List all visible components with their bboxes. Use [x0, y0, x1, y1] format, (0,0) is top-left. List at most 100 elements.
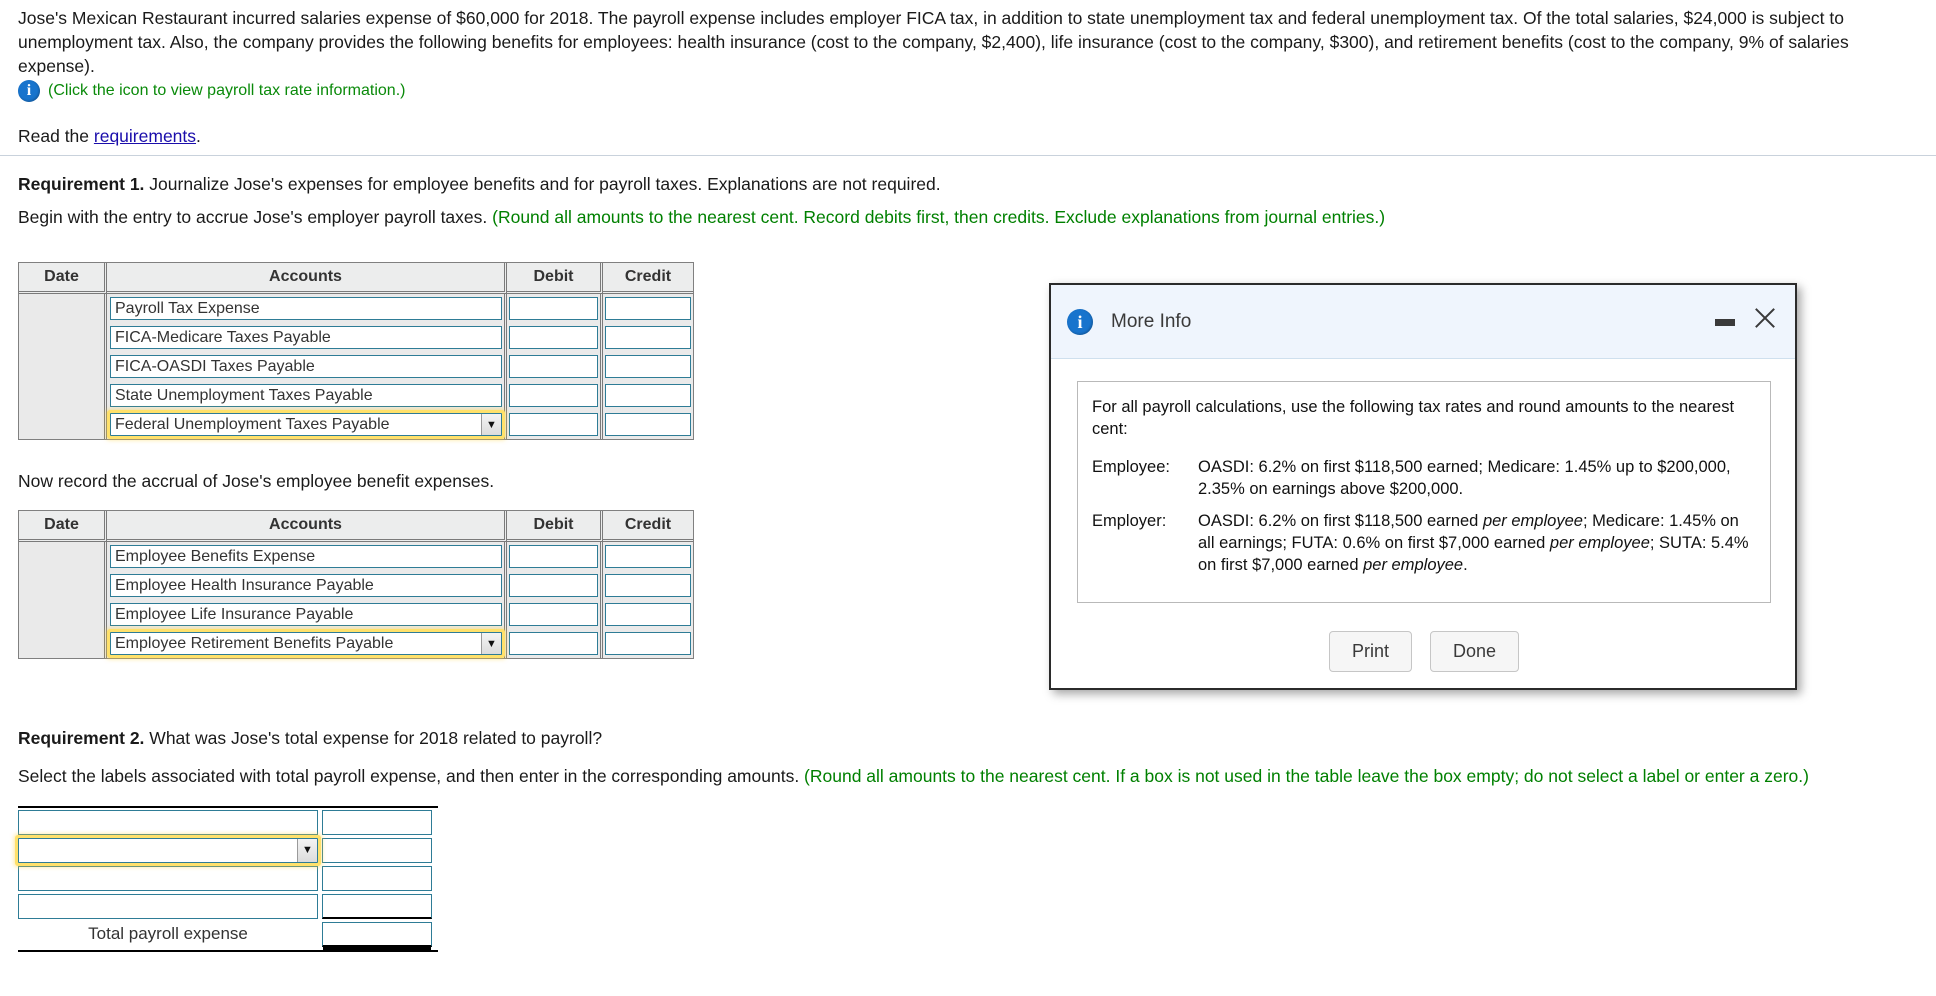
- account-cell[interactable]: [107, 600, 507, 629]
- label-select-input[interactable]: [18, 837, 318, 863]
- account-cell[interactable]: [107, 571, 507, 600]
- label-cell[interactable]: ▼: [15, 834, 321, 866]
- debit-input-1-4[interactable]: [509, 413, 598, 436]
- debit-input-1-3[interactable]: [509, 384, 598, 407]
- credit-cell[interactable]: [603, 294, 693, 323]
- minimize-icon[interactable]: [1715, 319, 1735, 326]
- account-cell[interactable]: ▼: [107, 410, 507, 439]
- credit-input-2-1[interactable]: [605, 574, 691, 597]
- credit-cell[interactable]: [603, 571, 693, 600]
- label-input-2[interactable]: [18, 865, 318, 891]
- debit-input-1-2[interactable]: [509, 355, 598, 378]
- date-cell[interactable]: [19, 571, 107, 600]
- credit-input-1-2[interactable]: [605, 355, 691, 378]
- debit-input-2-3[interactable]: [509, 632, 598, 655]
- info-icon[interactable]: i: [18, 80, 40, 102]
- journal-1-body: ▼: [19, 294, 693, 439]
- read-suffix: .: [196, 126, 201, 146]
- account-select-2-3[interactable]: ▼: [107, 629, 505, 658]
- amount-cell[interactable]: [322, 865, 432, 891]
- date-cell[interactable]: [19, 381, 107, 410]
- credit-input-1-0[interactable]: [605, 297, 691, 320]
- label-cell[interactable]: [18, 865, 318, 891]
- debit-input-1-1[interactable]: [509, 326, 598, 349]
- amount-cell[interactable]: [322, 893, 432, 919]
- credit-cell[interactable]: [603, 600, 693, 629]
- debit-cell[interactable]: [507, 381, 603, 410]
- amount-input-0[interactable]: [322, 809, 432, 835]
- chevron-down-icon[interactable]: ▼: [297, 838, 317, 862]
- debit-cell[interactable]: [507, 629, 603, 658]
- debit-cell[interactable]: [507, 600, 603, 629]
- amount-input-2[interactable]: [322, 865, 432, 891]
- date-cell[interactable]: [19, 410, 107, 439]
- debit-cell[interactable]: [507, 571, 603, 600]
- close-icon[interactable]: [1751, 303, 1779, 331]
- amount-cell[interactable]: [322, 809, 432, 835]
- date-cell[interactable]: [19, 352, 107, 381]
- amount-input-1[interactable]: [322, 837, 432, 863]
- amount-cell[interactable]: [322, 837, 432, 863]
- account-select-input[interactable]: [110, 632, 502, 655]
- account-cell[interactable]: [107, 352, 507, 381]
- requirements-link[interactable]: requirements: [94, 126, 196, 146]
- window-controls: [1715, 299, 1779, 331]
- credit-input-1-4[interactable]: [605, 413, 691, 436]
- credit-cell[interactable]: [603, 629, 693, 658]
- debit-cell[interactable]: [507, 323, 603, 352]
- header-credit: Credit: [603, 511, 693, 542]
- date-cell[interactable]: [19, 629, 107, 658]
- account-cell[interactable]: [107, 323, 507, 352]
- account-input-2-0[interactable]: [110, 545, 502, 568]
- amount-input-3[interactable]: [322, 893, 432, 919]
- journal-2-body: ▼: [19, 542, 693, 658]
- account-cell[interactable]: [107, 294, 507, 323]
- credit-cell[interactable]: [603, 542, 693, 571]
- date-cell[interactable]: [19, 294, 107, 323]
- total-amount-input[interactable]: [322, 921, 432, 947]
- debit-cell[interactable]: [507, 352, 603, 381]
- account-select-input[interactable]: [110, 413, 502, 436]
- chevron-down-icon[interactable]: ▼: [481, 414, 501, 435]
- credit-input-2-0[interactable]: [605, 545, 691, 568]
- account-input-1-2[interactable]: [110, 355, 502, 378]
- account-input-2-1[interactable]: [110, 574, 502, 597]
- table-row: [19, 542, 693, 571]
- account-input-1-1[interactable]: [110, 326, 502, 349]
- credit-input-1-3[interactable]: [605, 384, 691, 407]
- debit-input-2-1[interactable]: [509, 574, 598, 597]
- date-cell[interactable]: [19, 542, 107, 571]
- credit-cell[interactable]: [603, 323, 693, 352]
- credit-cell[interactable]: [603, 381, 693, 410]
- account-cell[interactable]: [107, 381, 507, 410]
- debit-input-1-0[interactable]: [509, 297, 598, 320]
- print-button[interactable]: Print: [1328, 631, 1412, 672]
- account-input-1-0[interactable]: [110, 297, 502, 320]
- account-select-1-4[interactable]: ▼: [107, 410, 505, 439]
- label-input-3[interactable]: [18, 893, 318, 919]
- credit-input-1-1[interactable]: [605, 326, 691, 349]
- debit-cell[interactable]: [507, 294, 603, 323]
- debit-input-2-0[interactable]: [509, 545, 598, 568]
- debit-cell[interactable]: [507, 410, 603, 439]
- debit-cell[interactable]: [507, 542, 603, 571]
- credit-input-2-3[interactable]: [605, 632, 691, 655]
- label-cell[interactable]: [18, 809, 318, 835]
- label-select-1[interactable]: ▼: [15, 834, 321, 866]
- done-button[interactable]: Done: [1429, 631, 1520, 672]
- date-cell[interactable]: [19, 600, 107, 629]
- credit-cell[interactable]: [603, 352, 693, 381]
- debit-input-2-2[interactable]: [509, 603, 598, 626]
- date-cell[interactable]: [19, 323, 107, 352]
- account-input-1-3[interactable]: [110, 384, 502, 407]
- requirement-1-second-instruction: Now record the accrual of Jose's employe…: [18, 471, 495, 491]
- account-cell[interactable]: ▼: [107, 629, 507, 658]
- account-cell[interactable]: [107, 542, 507, 571]
- chevron-down-icon[interactable]: ▼: [481, 633, 501, 654]
- payroll-tax-info-link[interactable]: i (Click the icon to view payroll tax ra…: [18, 80, 405, 102]
- credit-input-2-2[interactable]: [605, 603, 691, 626]
- credit-cell[interactable]: [603, 410, 693, 439]
- account-input-2-2[interactable]: [110, 603, 502, 626]
- label-input-0[interactable]: [18, 809, 318, 835]
- label-cell[interactable]: [18, 893, 318, 919]
